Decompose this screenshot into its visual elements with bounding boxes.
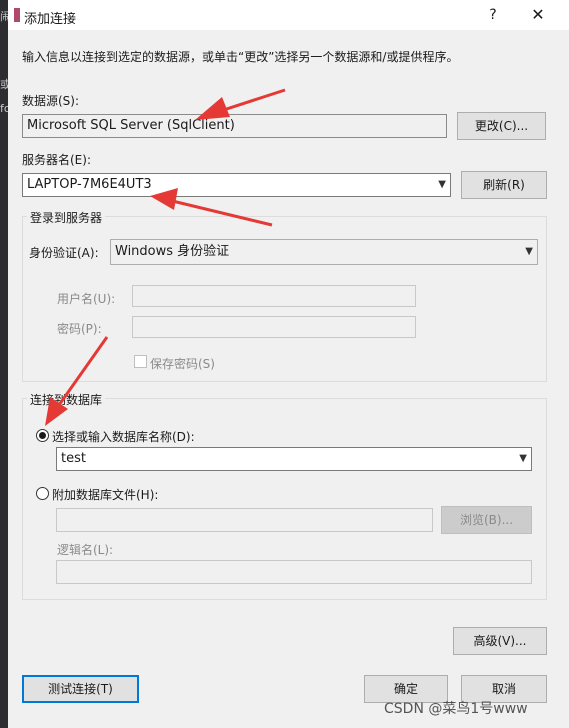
browse-button: 浏览(B)... — [441, 506, 532, 534]
window-title: 添加连接 — [24, 12, 77, 27]
close-icon[interactable]: ✕ — [525, 4, 551, 26]
auth-label: 身份验证(A): — [29, 246, 99, 260]
intro-text: 输入信息以连接到选定的数据源，或单击“更改”选择另一个数据源和/或提供程序。 — [22, 50, 459, 64]
title-bar: 添加连接 ? ✕ — [8, 0, 569, 30]
refresh-button[interactable]: 刷新(R) — [461, 171, 547, 199]
test-connection-button[interactable]: 测试连接(T) — [22, 675, 139, 703]
database-name-combobox[interactable]: test ▼ — [56, 447, 532, 471]
save-password-checkbox — [134, 355, 147, 368]
attach-file-radio[interactable] — [36, 487, 49, 500]
attach-file-label[interactable]: 附加数据库文件(H): — [52, 486, 158, 503]
password-field — [132, 316, 416, 338]
save-password-label: 保存密码(S) — [150, 357, 215, 371]
advanced-button[interactable]: 高级(V)... — [453, 627, 547, 655]
help-icon[interactable]: ? — [480, 4, 506, 26]
login-group-label: 登录到服务器 — [27, 209, 106, 226]
logical-name-field — [56, 560, 532, 584]
server-combobox[interactable]: LAPTOP-7M6E4UT3 ▼ — [22, 173, 451, 197]
chevron-down-icon[interactable]: ▼ — [525, 240, 533, 264]
auth-value: Windows 身份验证 — [115, 244, 230, 259]
select-database-radio[interactable] — [36, 429, 49, 442]
watermark: CSDN @菜鸟1号www — [384, 701, 528, 717]
auth-combobox[interactable]: Windows 身份验证 ▼ — [110, 239, 538, 265]
username-field — [132, 285, 416, 307]
server-value: LAPTOP-7M6E4UT3 — [27, 177, 152, 192]
change-datasource-button[interactable]: 更改(C)... — [457, 112, 546, 140]
username-label: 用户名(U): — [57, 292, 116, 306]
password-label: 密码(P): — [57, 322, 102, 336]
logical-name-label: 逻辑名(L): — [57, 543, 114, 557]
add-connection-dialog: 添加连接 ? ✕ 输入信息以连接到选定的数据源，或单击“更改”选择另一个数据源和… — [8, 0, 569, 728]
datasource-field: Microsoft SQL Server (SqlClient) — [22, 114, 447, 138]
select-database-label[interactable]: 选择或输入数据库名称(D): — [52, 428, 195, 445]
chevron-down-icon[interactable]: ▼ — [519, 448, 527, 470]
datasource-label: 数据源(S): — [22, 94, 80, 108]
app-icon — [14, 8, 20, 22]
database-group-label: 连接到数据库 — [27, 391, 106, 408]
attach-file-field — [56, 508, 433, 532]
server-label: 服务器名(E): — [22, 153, 91, 167]
chevron-down-icon[interactable]: ▼ — [438, 174, 446, 196]
database-name-value: test — [61, 451, 86, 466]
